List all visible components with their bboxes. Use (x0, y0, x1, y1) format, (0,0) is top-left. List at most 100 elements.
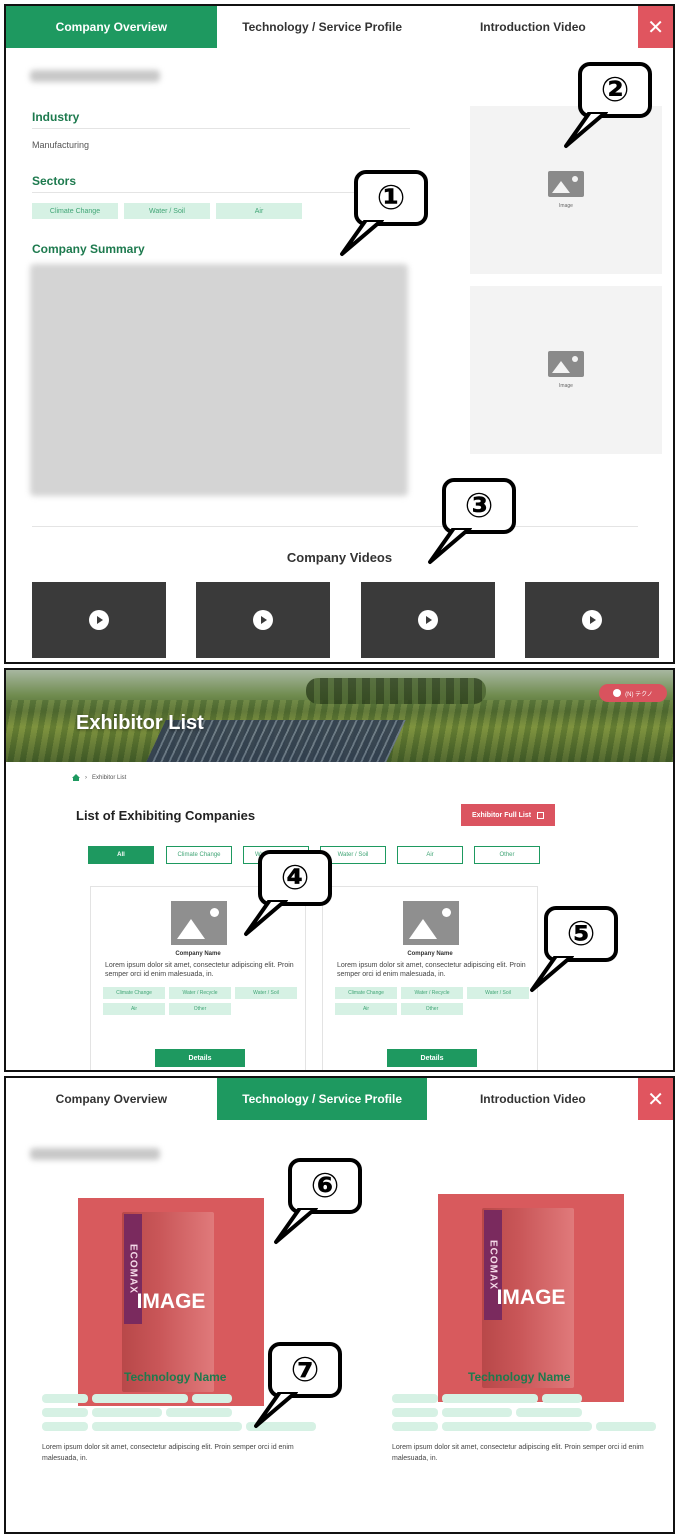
company-description: Lorem ipsum dolor sit amet, consectetur … (105, 962, 294, 978)
card-tag: Water / Recycle (169, 987, 231, 999)
exhibitor-full-list-button[interactable]: Exhibitor Full List (461, 804, 555, 826)
callout-4: ④ (258, 850, 332, 906)
breadcrumb-separator: › (85, 774, 87, 781)
card-tag: Water / Soil (467, 987, 529, 999)
divider (32, 526, 638, 527)
user-label: (N) テクノ (625, 691, 653, 698)
callout-5: ⑤ (544, 906, 618, 962)
tech-tag (92, 1422, 242, 1431)
sectors-title: Sectors (32, 174, 77, 188)
technology-description-2: Lorem ipsum dolor sit amet, consectetur … (392, 1444, 644, 1462)
industry-value: Manufacturing (32, 140, 90, 150)
card-tag: Other (401, 1003, 463, 1015)
company-logo-placeholder (403, 901, 459, 945)
tech-tag (442, 1394, 538, 1403)
technology-profile-panel: Company Overview Technology / Service Pr… (4, 1076, 675, 1534)
tech-tag (166, 1408, 232, 1417)
exhibitor-card[interactable]: Company Name Lorem ipsum dolor sit amet,… (322, 886, 538, 1070)
tab-bar: Company Overview Technology / Service Pr… (6, 1078, 673, 1120)
image-caption: Image (559, 203, 573, 209)
company-image-2: Image (470, 286, 662, 454)
external-link-icon (537, 811, 545, 819)
company-name-blurred (30, 1148, 160, 1160)
image-label: IMAGE (136, 1290, 206, 1313)
banner-title: Exhibitor List (76, 712, 204, 734)
close-icon: ✕ (647, 16, 664, 39)
tech-tag (42, 1394, 88, 1403)
card-tag: Air (103, 1003, 165, 1015)
hero-banner: Exhibitor List (N) テクノ (6, 670, 673, 762)
card-tag: Air (335, 1003, 397, 1015)
card-tag: Other (169, 1003, 231, 1015)
exhibitor-list-panel: Exhibitor List (N) テクノ › Exhibitor List … (4, 668, 675, 1072)
technology-name-2: Technology Name (468, 1370, 571, 1384)
tab-introduction-video[interactable]: Introduction Video (427, 6, 639, 48)
details-button[interactable]: Details (155, 1049, 245, 1067)
company-videos-title: Company Videos (286, 550, 393, 565)
full-list-label: Exhibitor Full List (471, 811, 532, 819)
technology-description-1: Lorem ipsum dolor sit amet, consectetur … (42, 1444, 294, 1462)
filter-climate-change[interactable]: Climate Change (166, 846, 232, 864)
play-icon (253, 610, 273, 630)
home-icon[interactable] (72, 774, 80, 781)
callout-tail (340, 220, 384, 256)
callout-tail (428, 528, 472, 564)
filter-all[interactable]: All (88, 846, 154, 864)
industry-title: Industry (32, 110, 80, 124)
play-icon (582, 610, 602, 630)
tech-tag (192, 1394, 232, 1403)
callout-tail (254, 1392, 298, 1428)
details-button[interactable]: Details (387, 1049, 477, 1067)
tab-introduction-video[interactable]: Introduction Video (427, 1078, 639, 1120)
close-button[interactable]: ✕ (638, 1078, 673, 1120)
tab-company-overview[interactable]: Company Overview (6, 1078, 217, 1120)
tech-tag (392, 1408, 438, 1417)
tab-technology-profile[interactable]: Technology / Service Profile (216, 1078, 428, 1120)
video-thumbnail[interactable] (361, 582, 495, 658)
card-tag: Water / Recycle (401, 987, 463, 999)
tab-company-overview[interactable]: Company Overview (6, 6, 217, 48)
tech-tag (442, 1408, 512, 1417)
tech-tag (516, 1408, 582, 1417)
breadcrumb: › Exhibitor List (72, 774, 126, 781)
company-name: Company Name (175, 951, 221, 957)
sector-tag: Climate Change (32, 203, 118, 219)
callout-tail (564, 112, 608, 148)
callout-7: ⑦ (268, 1342, 342, 1398)
tech-tag (92, 1408, 162, 1417)
banner-trees (306, 678, 486, 704)
tech-tag (92, 1394, 188, 1403)
callout-tail (244, 900, 288, 936)
close-icon: ✕ (647, 1088, 664, 1111)
tab-bar: Company Overview Technology / Service Pr… (6, 6, 673, 48)
callout-tail (274, 1208, 318, 1244)
image-icon (548, 171, 584, 197)
user-account-button[interactable]: (N) テクノ (599, 684, 667, 702)
play-icon (418, 610, 438, 630)
callout-tail (530, 956, 574, 992)
video-thumbnail[interactable] (32, 582, 166, 658)
breadcrumb-current: Exhibitor List (92, 774, 127, 781)
company-logo-placeholder (171, 901, 227, 945)
callout-2: ② (578, 62, 652, 118)
close-button[interactable]: ✕ (638, 6, 673, 48)
tech-tag (392, 1422, 438, 1431)
tech-tag (442, 1422, 592, 1431)
company-name-blurred (30, 70, 160, 82)
list-title: List of Exhibiting Companies (76, 808, 256, 823)
image-icon (548, 351, 584, 377)
tab-technology-profile[interactable]: Technology / Service Profile (216, 6, 428, 48)
video-thumbnail[interactable] (196, 582, 330, 658)
image-caption: Image (559, 383, 573, 389)
company-overview-panel: Company Overview Technology / Service Pr… (4, 4, 675, 664)
video-thumbnail[interactable] (525, 582, 659, 658)
filter-other[interactable]: Other (474, 846, 540, 864)
tech-tag (542, 1394, 582, 1403)
card-tag: Climate Change (103, 987, 165, 999)
callout-3: ③ (442, 478, 516, 534)
divider (32, 128, 410, 129)
company-name: Company Name (407, 951, 453, 957)
company-summary-blurred (30, 264, 408, 496)
filter-air[interactable]: Air (397, 846, 463, 864)
sector-tag: Air (216, 203, 302, 219)
